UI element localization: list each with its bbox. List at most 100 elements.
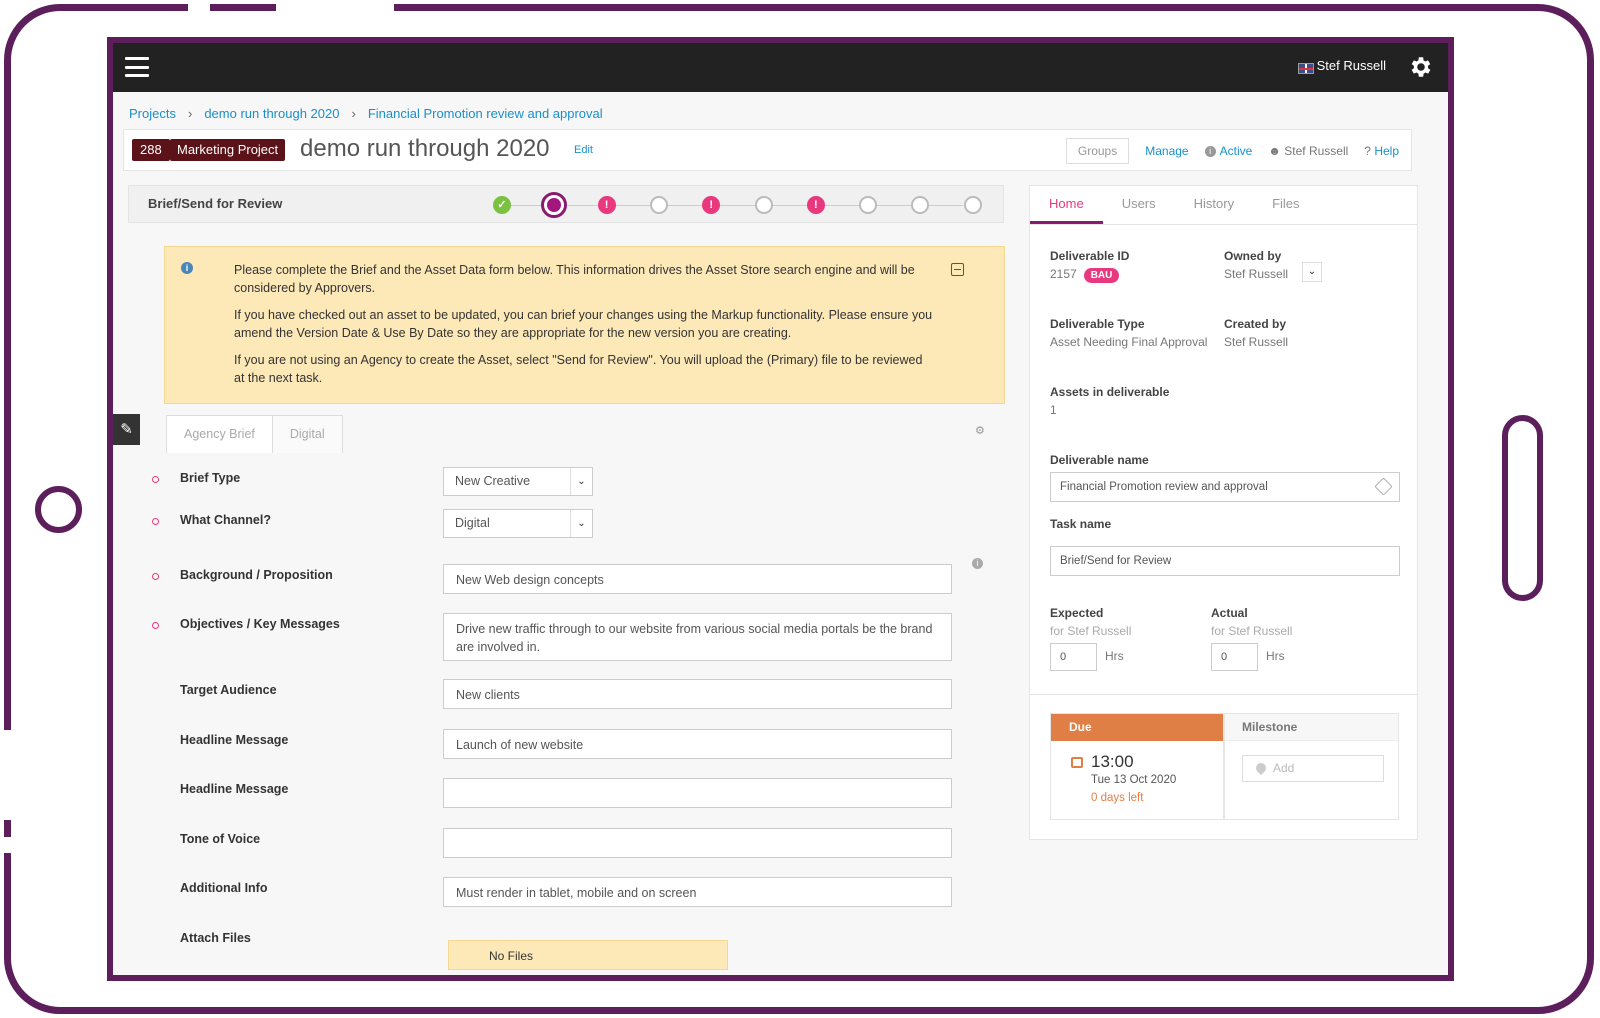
background-input[interactable]: New Web design concepts [443, 564, 952, 594]
workflow-step-current[interactable] [541, 192, 568, 218]
chevron-right-icon: › [351, 106, 356, 121]
audience-input[interactable]: New clients [443, 679, 952, 709]
workflow-step-complete[interactable]: ✓ [493, 196, 511, 214]
assets-label: Assets in deliverable [1050, 385, 1170, 399]
workflow-step-pending[interactable] [911, 196, 930, 214]
created-by-value: Stef Russell [1224, 335, 1289, 349]
field-label: Headline Message [180, 782, 289, 796]
task-name-input[interactable]: Brief/Send for Review [1050, 546, 1400, 576]
menu-icon[interactable] [125, 57, 149, 77]
frame-gap [0, 730, 14, 820]
tab-history[interactable]: History [1175, 186, 1253, 224]
objectives-textarea[interactable]: Drive new traffic through to our website… [443, 613, 952, 661]
actual-hours-input[interactable]: 0 [1211, 643, 1258, 671]
field-label: What Channel? [180, 513, 271, 527]
deliverable-name-label: Deliverable name [1050, 453, 1149, 467]
info-icon: i [181, 262, 193, 274]
current-user[interactable]: Stef Russell [1317, 58, 1386, 73]
top-bar: Stef Russell [113, 43, 1448, 92]
due-date: Tue 13 Oct 2020 [1091, 774, 1177, 786]
collapse-icon[interactable] [951, 263, 964, 276]
chevron-down-icon: ⌄ [570, 468, 592, 495]
tab-files[interactable]: Files [1253, 186, 1318, 224]
status-label: Active [1219, 144, 1253, 158]
channel-select[interactable]: Digital ⌄ [443, 509, 593, 538]
workflow-step-pending[interactable] [649, 196, 668, 214]
owner-indicator[interactable]: ☻ Stef Russell [1268, 144, 1348, 158]
deliverable-name-input[interactable]: Financial Promotion review and approval [1050, 472, 1400, 502]
settings-gear-icon[interactable] [1408, 54, 1434, 80]
alert-paragraph-3: If you are not using an Agency to create… [234, 353, 923, 385]
info-icon: i [1204, 146, 1216, 158]
actual-for: for Stef Russell [1211, 624, 1293, 638]
due-card: Due 13:00 Tue 13 Oct 2020 0 days left [1050, 713, 1224, 820]
edit-link[interactable]: Edit [574, 144, 593, 156]
workflow-step-warning[interactable]: ! [702, 196, 721, 214]
due-header: Due [1051, 714, 1223, 741]
tab-digital[interactable]: Digital [271, 415, 343, 453]
workflow-step-warning[interactable]: ! [806, 196, 825, 214]
owner-label: Stef Russell [1284, 144, 1349, 158]
deliverable-id-value: 2157 [1050, 267, 1077, 281]
frame-gap [0, 837, 14, 853]
workflow-step-pending[interactable] [859, 196, 878, 214]
workflow-step-pending[interactable] [963, 196, 982, 214]
deliverable-id: 2157 BAU [1050, 267, 1120, 283]
required-icon [152, 476, 159, 483]
tab-users[interactable]: Users [1103, 186, 1175, 224]
days-left: 0 days left [1091, 792, 1144, 804]
assets-value: 1 [1050, 403, 1057, 417]
headline-input-2[interactable] [443, 778, 952, 808]
tag-icon[interactable] [1374, 477, 1393, 496]
field-label: Objectives / Key Messages [180, 617, 340, 631]
brief-type-select[interactable]: New Creative ⌄ [443, 467, 593, 496]
tab-agency-brief[interactable]: Agency Brief [166, 415, 273, 453]
breadcrumb-projects[interactable]: Projects [129, 106, 176, 121]
tab-home[interactable]: Home [1030, 186, 1103, 224]
task-name-label: Task name [1050, 517, 1112, 531]
panel-tabs: Home Users History Files [1030, 186, 1417, 225]
step-line [503, 205, 963, 206]
project-number-badge: 288 [132, 139, 170, 161]
no-files-notice: No Files [448, 940, 728, 970]
info-icon[interactable]: i [972, 558, 983, 569]
breadcrumb-deliverable[interactable]: Financial Promotion review and approval [368, 106, 603, 121]
headline-input-1[interactable]: Launch of new website [443, 729, 952, 759]
help-link[interactable]: ? Help [1364, 144, 1399, 158]
frame-gap [276, 0, 394, 14]
tone-input[interactable] [443, 828, 952, 858]
info-alert: i Please complete the Brief and the Asse… [164, 246, 1005, 404]
tablet-mockup: Stef Russell Projects › demo run through … [0, 0, 1600, 1018]
field-label: Background / Proposition [180, 568, 333, 582]
status-indicator[interactable]: i Active [1204, 144, 1253, 158]
select-value: New Creative [455, 474, 531, 488]
breadcrumb: Projects › demo run through 2020 › Financi… [129, 106, 603, 121]
created-by-label: Created by [1224, 317, 1287, 331]
page-title: demo run through 2020 [300, 135, 550, 162]
additional-input[interactable]: Must render in tablet, mobile and on scr… [443, 877, 952, 907]
project-type-badge: Marketing Project [170, 139, 286, 161]
manage-link[interactable]: Manage [1145, 144, 1188, 158]
groups-button[interactable]: Groups [1065, 138, 1130, 164]
deliverable-type-value: Asset Needing Final Approval [1050, 335, 1208, 349]
milestone-header: Milestone [1225, 714, 1398, 741]
help-label: Help [1374, 144, 1399, 158]
expected-hours-input[interactable]: 0 [1050, 643, 1097, 671]
field-label: Additional Info [180, 881, 268, 895]
language-flag-icon[interactable] [1298, 63, 1314, 74]
required-icon [152, 622, 159, 629]
map-pin-icon [1253, 760, 1269, 776]
due-time: 13:00 [1091, 752, 1134, 771]
alert-paragraph-1: Please complete the Brief and the Asset … [234, 263, 915, 295]
field-label: Target Audience [180, 683, 277, 697]
question-icon: ? [1364, 144, 1375, 158]
pencil-icon[interactable]: ✎ [113, 414, 140, 445]
workflow-step-pending[interactable] [754, 196, 773, 214]
owner-dropdown-chevron-icon[interactable]: ⌄ [1302, 262, 1322, 282]
workflow-step-warning[interactable]: ! [597, 196, 616, 214]
form-settings-icon[interactable]: ⚙ [975, 424, 985, 437]
select-value: Digital [455, 516, 490, 530]
breadcrumb-project[interactable]: demo run through 2020 [204, 106, 339, 121]
add-milestone-button[interactable]: Add [1242, 755, 1384, 782]
hrs-label: Hrs [1105, 649, 1124, 663]
